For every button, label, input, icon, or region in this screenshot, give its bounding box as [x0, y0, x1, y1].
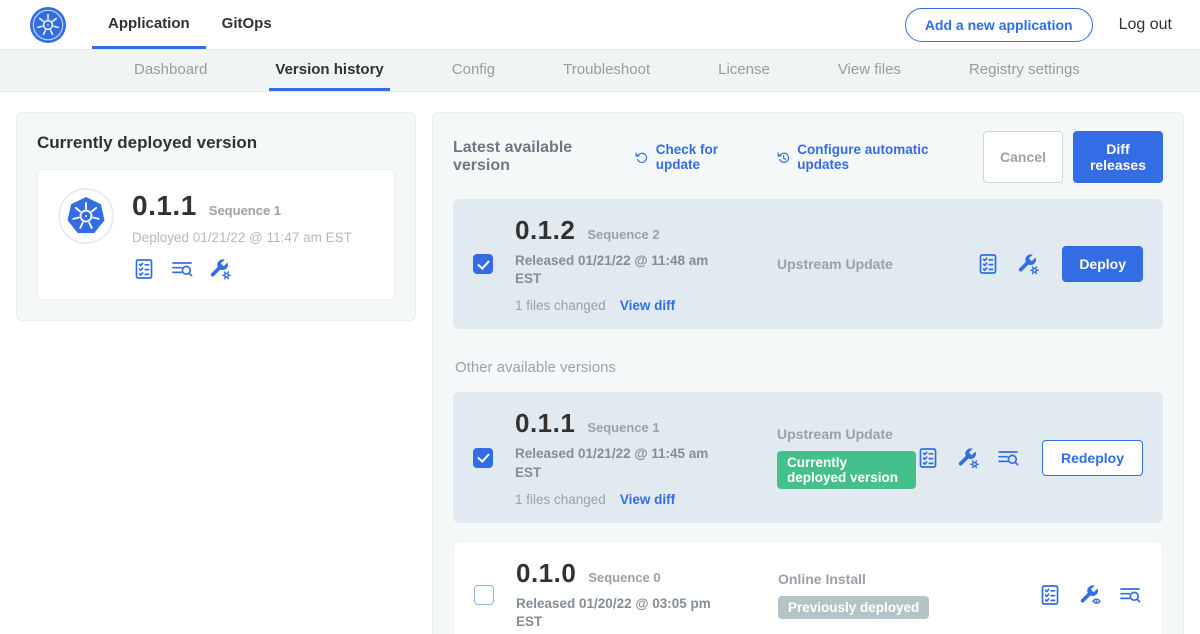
top-tabs: Application GitOps	[92, 0, 288, 49]
version-source-label: Upstream Update	[777, 256, 893, 272]
logout-link[interactable]: Log out	[1119, 16, 1172, 34]
subnav-dashboard[interactable]: Dashboard	[128, 50, 213, 91]
version-row-0-1-0: 0.1.0 Sequence 0 Released 01/20/22 @ 03:…	[453, 541, 1163, 634]
configure-automatic-updates-link[interactable]: Configure automatic updates	[776, 142, 957, 172]
kubernetes-app-icon	[58, 188, 114, 244]
currently-deployed-panel: Currently deployed version 0.1.1 Sequenc…	[16, 112, 416, 321]
subnav-view-files[interactable]: View files	[832, 50, 907, 91]
deployed-sequence-label: Sequence 1	[209, 203, 281, 218]
sequence-label: Sequence 1	[587, 420, 659, 435]
subnav-version-history[interactable]: Version history	[269, 50, 389, 91]
redeploy-button[interactable]: Redeploy	[1042, 440, 1143, 476]
config-gear-icon[interactable]	[1016, 252, 1040, 276]
released-timestamp: Released 01/21/22 @ 11:45 am EST	[515, 445, 723, 481]
version-checkbox[interactable]	[473, 254, 493, 274]
version-number: 0.1.1	[515, 408, 575, 439]
subnav-config[interactable]: Config	[446, 50, 501, 91]
kubernetes-logo-icon	[30, 7, 66, 43]
view-diff-link[interactable]: View diff	[620, 492, 675, 507]
subnav-registry-settings[interactable]: Registry settings	[963, 50, 1086, 91]
released-timestamp: Released 01/20/22 @ 03:05 pm EST	[516, 595, 724, 631]
diff-releases-button[interactable]: Diff releases	[1073, 131, 1163, 183]
deploy-logs-icon[interactable]	[170, 257, 194, 281]
preflight-checklist-icon[interactable]	[1038, 583, 1062, 607]
deployed-timestamp: Deployed 01/21/22 @ 11:47 am EST	[132, 230, 352, 245]
released-timestamp: Released 01/21/22 @ 11:48 am EST	[515, 252, 723, 288]
config-view-icon[interactable]	[1078, 583, 1102, 607]
version-number: 0.1.0	[516, 558, 576, 589]
version-checkbox[interactable]	[474, 585, 494, 605]
refresh-icon	[634, 149, 648, 166]
tab-gitops[interactable]: GitOps	[206, 0, 288, 49]
version-number: 0.1.2	[515, 215, 575, 246]
view-diff-link[interactable]: View diff	[620, 298, 675, 313]
deployed-version-number: 0.1.1	[132, 190, 197, 222]
version-history-panel: Latest available version Check for updat…	[432, 112, 1184, 634]
files-changed-label: 1 files changed	[515, 298, 606, 313]
version-row-0-1-1: 0.1.1 Sequence 1 Released 01/21/22 @ 11:…	[453, 392, 1163, 522]
version-source-label: Upstream Update	[777, 426, 893, 442]
schedule-icon	[776, 149, 791, 166]
version-row-0-1-2: 0.1.2 Sequence 2 Released 01/21/22 @ 11:…	[453, 199, 1163, 329]
check-for-update-link[interactable]: Check for update	[634, 142, 749, 172]
config-gear-icon[interactable]	[208, 257, 232, 281]
preflight-checklist-icon[interactable]	[976, 252, 1000, 276]
version-source-label: Online Install	[778, 571, 866, 587]
tab-application[interactable]: Application	[92, 0, 206, 49]
app-logo[interactable]	[0, 0, 92, 49]
app-subnav: Dashboard Version history Config Trouble…	[0, 50, 1200, 92]
currently-deployed-title: Currently deployed version	[37, 133, 395, 153]
add-new-application-button[interactable]: Add a new application	[905, 8, 1093, 42]
deploy-logs-icon[interactable]	[1118, 583, 1142, 607]
cancel-button[interactable]: Cancel	[983, 131, 1063, 183]
deployed-version-card: 0.1.1 Sequence 1 Deployed 01/21/22 @ 11:…	[37, 169, 395, 300]
sequence-label: Sequence 0	[588, 570, 660, 585]
preflight-checklist-icon[interactable]	[916, 446, 940, 470]
currently-deployed-badge: Currently deployed version	[777, 451, 916, 489]
sequence-label: Sequence 2	[587, 227, 659, 242]
previously-deployed-badge: Previously deployed	[778, 596, 929, 619]
version-checkbox[interactable]	[473, 448, 493, 468]
files-changed-label: 1 files changed	[515, 492, 606, 507]
latest-available-title: Latest available version	[453, 139, 608, 175]
other-versions-title: Other available versions	[455, 359, 1161, 376]
deploy-button[interactable]: Deploy	[1062, 246, 1143, 282]
top-navbar: Application GitOps Add a new application…	[0, 0, 1200, 50]
config-gear-icon[interactable]	[956, 446, 980, 470]
subnav-license[interactable]: License	[712, 50, 776, 91]
subnav-troubleshoot[interactable]: Troubleshoot	[557, 50, 656, 91]
preflight-checklist-icon[interactable]	[132, 257, 156, 281]
deploy-logs-icon[interactable]	[996, 446, 1020, 470]
